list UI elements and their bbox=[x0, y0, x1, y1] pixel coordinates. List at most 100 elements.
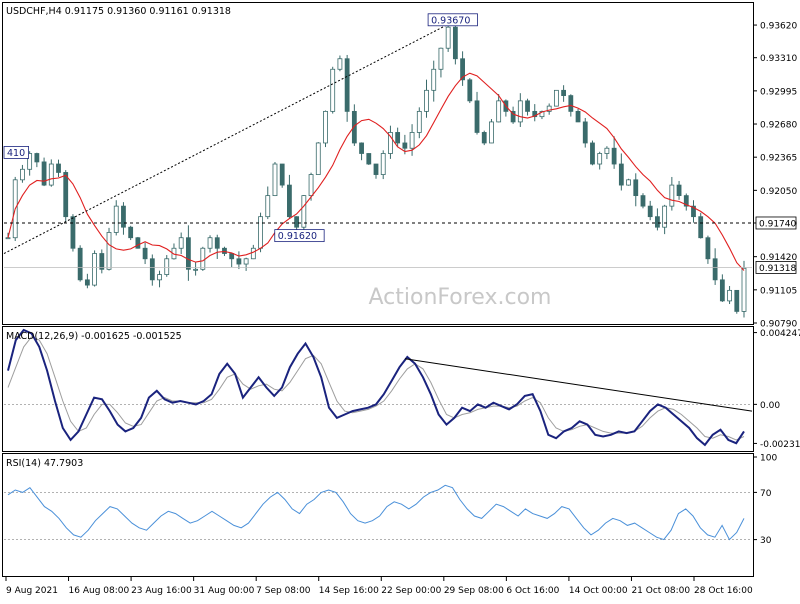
price-candle-body bbox=[272, 163, 278, 197]
x-tick-label: 6 Oct 16:00 bbox=[506, 586, 559, 596]
price-candle-body bbox=[258, 216, 263, 249]
level-tag-text: 0.91740 bbox=[759, 219, 796, 229]
price-candle-body bbox=[222, 247, 227, 254]
annotation-text: 0.91620 bbox=[278, 231, 317, 242]
price-candle-body bbox=[618, 163, 624, 186]
price-candle-body bbox=[676, 184, 682, 197]
price-candle-body bbox=[489, 121, 494, 144]
price-panel-frame bbox=[2, 2, 754, 325]
rsi-tick-label: 30 bbox=[760, 536, 772, 546]
price-candle-body bbox=[597, 153, 603, 165]
price-tick-label: 0.93310 bbox=[760, 54, 797, 64]
x-tick-label: 16 Aug 08:00 bbox=[69, 586, 130, 596]
x-tick-label: 9 Aug 2021 bbox=[6, 586, 58, 596]
x-tick-label: 21 Oct 08:00 bbox=[631, 586, 690, 596]
price-tick-label: 0.92680 bbox=[760, 121, 797, 131]
macd-tick-label: 0.00 bbox=[760, 401, 780, 411]
price-candle-body bbox=[164, 258, 170, 275]
price-candle-body bbox=[279, 163, 285, 186]
price-tick-label: 0.92050 bbox=[760, 187, 797, 197]
price-candle-body bbox=[452, 26, 458, 60]
price-candle-body bbox=[640, 195, 646, 207]
price-candle-body bbox=[633, 179, 639, 197]
price-candle-body bbox=[207, 237, 213, 249]
price-candle-body bbox=[315, 142, 321, 175]
price-candle-body bbox=[402, 142, 408, 149]
price-candle-body bbox=[705, 237, 711, 260]
price-candle-body bbox=[496, 100, 502, 123]
price-candle-body bbox=[431, 68, 437, 91]
current-price-tag-text: 0.91318 bbox=[759, 264, 796, 274]
price-candle-body bbox=[575, 110, 581, 123]
price-candle-body bbox=[366, 153, 372, 165]
price-candle-body bbox=[424, 89, 429, 112]
price-candle-body bbox=[719, 279, 725, 302]
price-candle-body bbox=[604, 147, 610, 154]
price-candle-body bbox=[517, 100, 523, 123]
price-candle-body bbox=[34, 153, 40, 163]
price-candle-body bbox=[337, 58, 343, 70]
price-candle-body bbox=[265, 195, 271, 218]
price-candle-body bbox=[409, 132, 415, 149]
price-candle-body bbox=[229, 253, 235, 260]
price-candle-body bbox=[416, 110, 422, 133]
price-candle-body bbox=[106, 232, 112, 270]
rsi-tick-label: 70 bbox=[760, 489, 772, 499]
price-candle-body bbox=[20, 168, 25, 181]
price-candle-body bbox=[561, 89, 567, 96]
price-candle-body bbox=[178, 237, 184, 249]
x-tick-label: 14 Oct 00:00 bbox=[569, 586, 628, 596]
price-candle-body bbox=[142, 247, 148, 260]
chart-window: ActionForex.com 0.93620 0.93310 0.92995 0.9… bbox=[0, 0, 800, 600]
price-candle-body bbox=[734, 289, 740, 312]
price-candle-body bbox=[128, 226, 134, 239]
price-candle-body bbox=[647, 205, 653, 218]
price-candle-body bbox=[193, 268, 199, 271]
price-candle-body bbox=[70, 216, 76, 249]
price-candle-body bbox=[92, 253, 97, 286]
price-candle-body bbox=[323, 110, 328, 144]
macd-panel-frame bbox=[2, 326, 754, 452]
price-candle-body bbox=[135, 237, 141, 249]
price-candle-body bbox=[553, 89, 559, 107]
price-candle-body bbox=[84, 279, 90, 286]
price-candle-body bbox=[474, 100, 480, 133]
macd-header: MACD(12,26,9) -0.001625 -0.001525 bbox=[6, 331, 182, 342]
x-axis: 9 Aug 2021 16 Aug 08:00 23 Aug 16:00 31 Aug… bbox=[5, 577, 753, 596]
price-header: USDCHF,H4 0.91175 0.91360 0.91161 0.9131… bbox=[6, 6, 231, 17]
price-candle-body bbox=[294, 216, 300, 228]
annotation-text: 0.93670 bbox=[431, 15, 470, 26]
price-candle-body bbox=[359, 142, 364, 154]
price-candle-body bbox=[236, 258, 242, 265]
price-axis-ticks: 0.93620 0.93310 0.92995 0.92680 0.92365 0.920… bbox=[753, 22, 797, 330]
price-candle-body bbox=[373, 163, 379, 175]
price-candle-body bbox=[395, 132, 401, 144]
price-candle-body bbox=[626, 179, 631, 186]
price-candle-body bbox=[200, 247, 206, 270]
price-candle-body bbox=[56, 163, 61, 173]
price-candle-body bbox=[698, 216, 704, 239]
price-candle-body bbox=[63, 172, 69, 218]
price-candle-body bbox=[149, 258, 155, 281]
price-candle-body bbox=[669, 184, 675, 207]
price-candle-body bbox=[380, 153, 386, 175]
price-candle-body bbox=[568, 95, 574, 112]
x-tick-label: 29 Sep 08:00 bbox=[444, 586, 504, 596]
price-candle-body bbox=[712, 258, 718, 281]
annotation-text: 410 bbox=[7, 148, 25, 159]
macd-tick-label: -0.002311 bbox=[760, 440, 800, 450]
price-candle-body bbox=[185, 237, 191, 270]
price-candle-body bbox=[287, 184, 292, 218]
price-candle-body bbox=[157, 274, 162, 281]
rsi-header: RSI(14) 47.7903 bbox=[6, 458, 83, 469]
price-candle-body bbox=[48, 163, 54, 186]
chart-svg: ActionForex.com 0.936200.933100.929950.9… bbox=[2, 2, 800, 596]
price-candle-body bbox=[99, 253, 105, 270]
x-tick-label: 31 Aug 00:00 bbox=[194, 586, 255, 596]
price-tick-label: 0.93620 bbox=[760, 22, 797, 32]
price-candle-body bbox=[301, 195, 307, 228]
x-tick-label: 28 Oct 16:00 bbox=[694, 586, 753, 596]
price-candle-body bbox=[121, 205, 126, 228]
price-candle-body bbox=[590, 142, 595, 165]
x-tick-label: 23 Aug 16:00 bbox=[131, 586, 192, 596]
